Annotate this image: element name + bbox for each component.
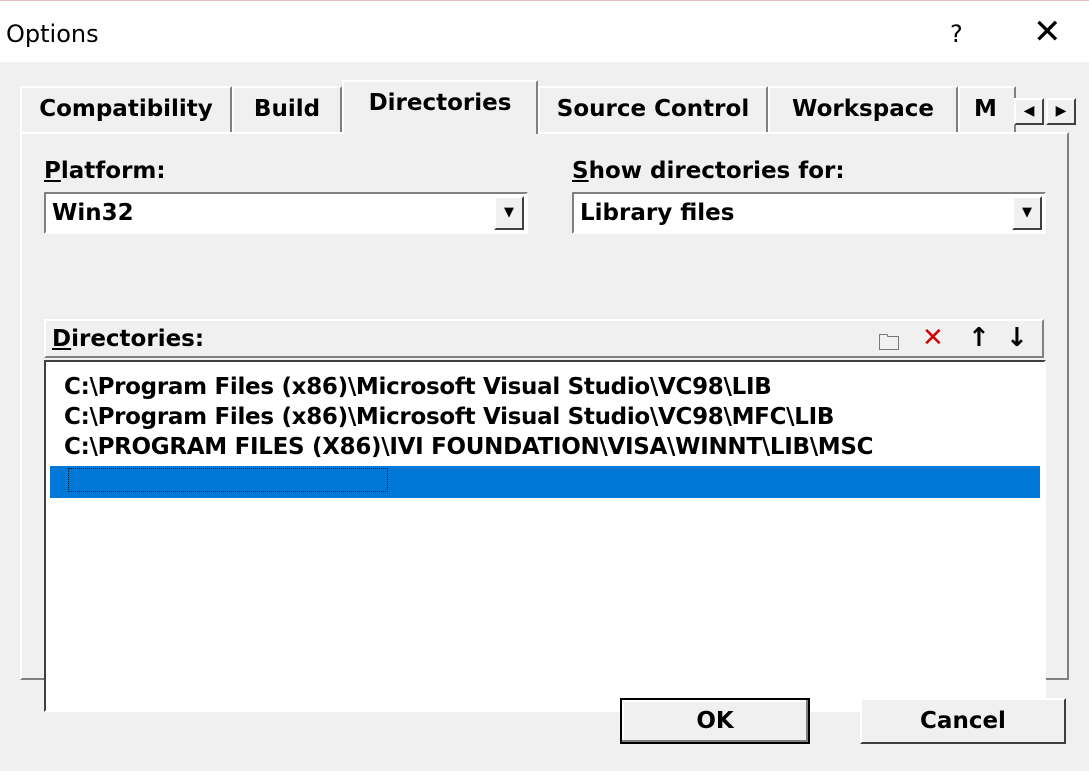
tab-scroll-left-icon[interactable]: ◀ xyxy=(1014,98,1044,125)
options-dialog: Compatibility Build Directories Source C… xyxy=(0,62,1089,771)
tab-strip: Compatibility Build Directories Source C… xyxy=(0,80,1089,134)
cancel-button[interactable]: Cancel xyxy=(860,698,1066,744)
show-directories-select[interactable]: Library files ▼ xyxy=(572,192,1046,234)
move-up-icon[interactable]: ↑ xyxy=(968,323,990,353)
platform-label: Platform: xyxy=(44,158,166,184)
list-item[interactable]: C:\Program Files (x86)\Microsoft Visual … xyxy=(64,374,772,400)
tab-directories[interactable]: Directories xyxy=(342,80,538,134)
platform-select[interactable]: Win32 ▼ xyxy=(44,192,528,234)
ok-button[interactable]: OK xyxy=(620,698,810,744)
directories-list[interactable]: C:\Program Files (x86)\Microsoft Visual … xyxy=(44,360,1046,712)
list-item[interactable]: C:\Program Files (x86)\Microsoft Visual … xyxy=(64,404,834,430)
tab-more[interactable]: M xyxy=(958,86,1016,132)
title-bar-edge xyxy=(0,0,1089,1)
dialog-title: Options xyxy=(6,20,99,48)
list-item[interactable]: C:\PROGRAM FILES (X86)\IVI FOUNDATION\VI… xyxy=(64,434,874,460)
tab-workspace[interactable]: Workspace xyxy=(768,86,958,132)
close-button[interactable]: ✕ xyxy=(1033,12,1062,52)
tab-scroll-buttons: ◀ ▶ xyxy=(1014,98,1082,125)
show-directories-label: Show directories for: xyxy=(572,158,845,184)
tab-source-control[interactable]: Source Control xyxy=(538,86,768,132)
tab-compatibility[interactable]: Compatibility xyxy=(20,86,232,132)
show-directories-dropdown-icon[interactable]: ▼ xyxy=(1012,196,1042,230)
show-directories-value: Library files xyxy=(580,200,735,226)
tab-scroll-right-icon[interactable]: ▶ xyxy=(1046,98,1076,125)
directories-label: Directories: xyxy=(52,326,205,352)
selected-empty-row[interactable] xyxy=(50,466,1040,498)
title-bar: Options ? ✕ xyxy=(0,0,1089,63)
delete-icon[interactable]: ✕ xyxy=(922,323,944,353)
move-down-icon[interactable]: ↓ xyxy=(1006,323,1028,353)
new-directory-input[interactable] xyxy=(68,468,388,492)
directories-header: Directories: 🗀 ✕ ↑ ↓ xyxy=(44,319,1044,358)
platform-value: Win32 xyxy=(52,200,134,226)
platform-dropdown-icon[interactable]: ▼ xyxy=(494,196,524,230)
help-button[interactable]: ? xyxy=(950,20,963,48)
new-folder-icon[interactable]: 🗀 xyxy=(878,326,900,364)
tab-build[interactable]: Build xyxy=(232,86,342,132)
